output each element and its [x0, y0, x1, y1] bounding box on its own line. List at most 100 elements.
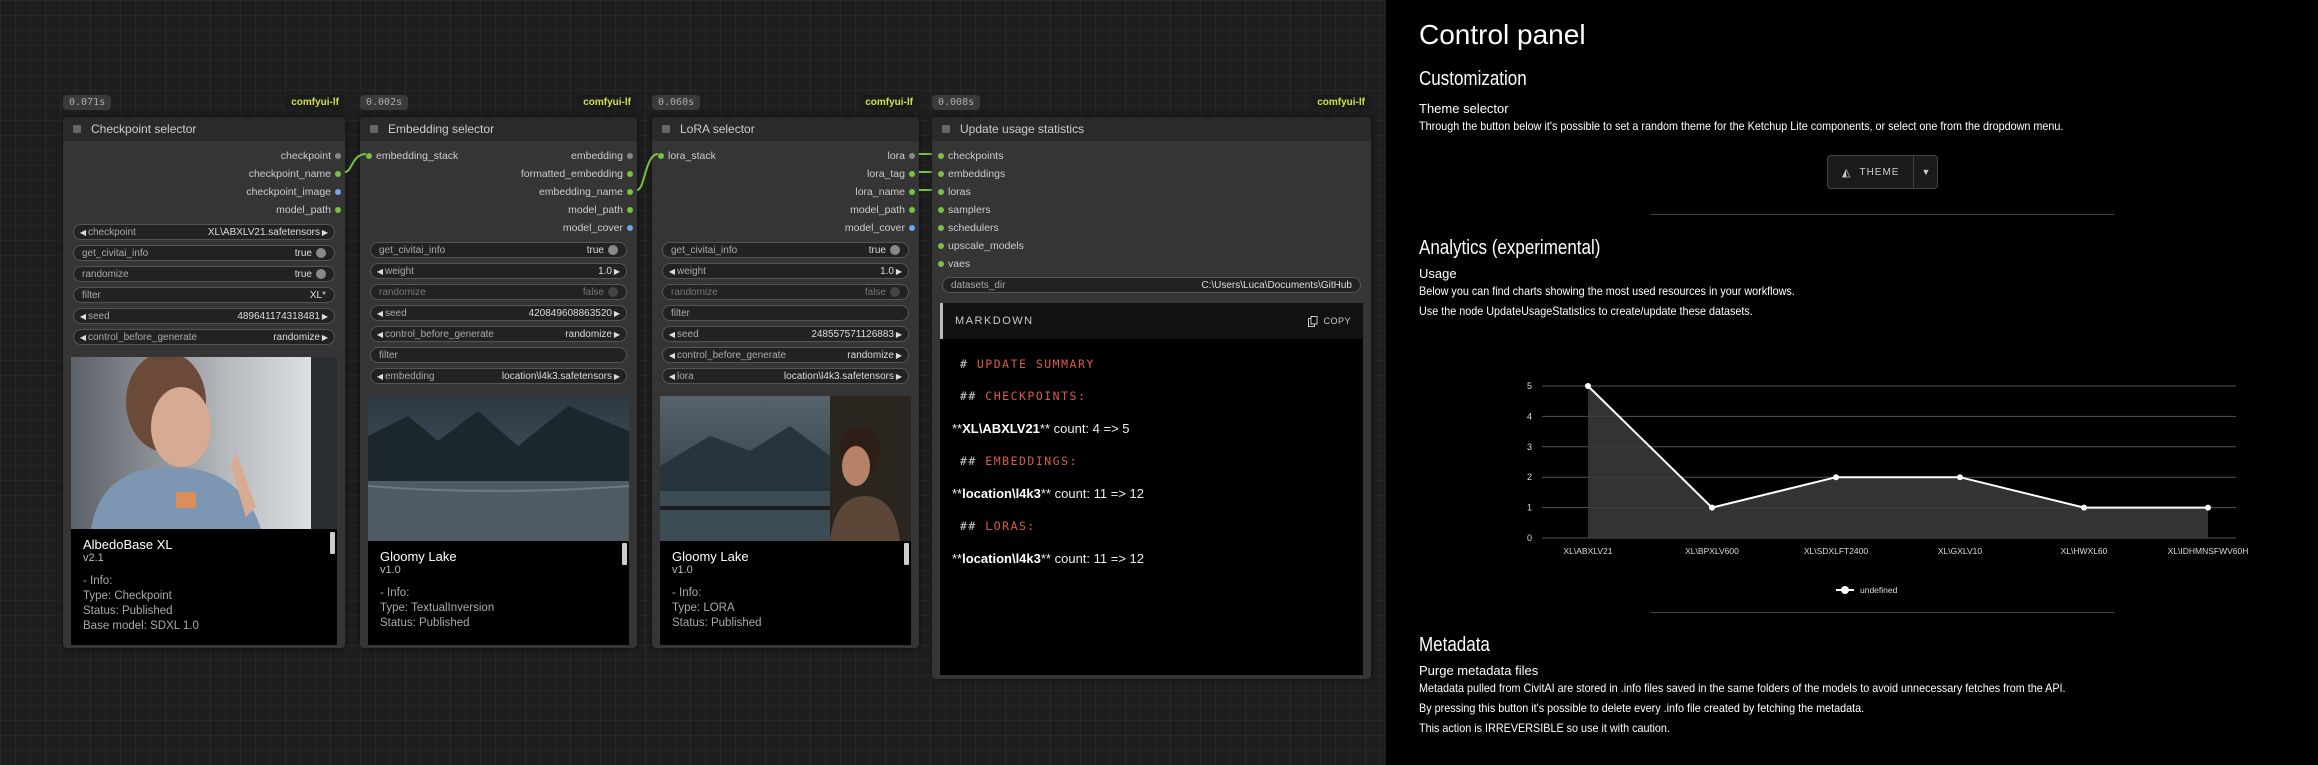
- lora-combo[interactable]: ◀ lora location\l4k3.safetensors ▶: [662, 368, 909, 384]
- output-model-cover[interactable]: model_cover: [360, 219, 637, 237]
- weight-stepper[interactable]: ◀ weight 1.0 ▶: [370, 263, 627, 279]
- card-scrollbar[interactable]: [904, 543, 909, 565]
- output-socket-icon[interactable]: [909, 189, 915, 195]
- output-socket-icon[interactable]: [627, 207, 633, 213]
- output-socket-icon[interactable]: [909, 207, 915, 213]
- model-card[interactable]: AlbedoBase XL v2.1 - Info: Type: Checkpo…: [71, 357, 337, 645]
- output-model-path[interactable]: model_path: [63, 201, 345, 219]
- control-combo[interactable]: ◀ control_before_generate randomize ▶: [370, 326, 627, 342]
- output-lora-name[interactable]: lora_name: [652, 183, 919, 201]
- right-arrow-icon[interactable]: ▶: [894, 351, 904, 360]
- embedding-selector-node[interactable]: 0.002s comfyui-lf Embedding selector emb…: [360, 95, 637, 648]
- left-arrow-icon[interactable]: ◀: [375, 309, 385, 318]
- right-arrow-icon[interactable]: ▶: [894, 267, 904, 276]
- input-samplers[interactable]: samplers: [932, 201, 1371, 219]
- card-scrollbar[interactable]: [330, 532, 335, 554]
- control-combo[interactable]: ◀ control_before_generate randomize ▶: [662, 347, 909, 363]
- output-socket-icon[interactable]: [335, 171, 341, 177]
- filter-field[interactable]: filter XL*: [73, 287, 335, 303]
- seed-stepper[interactable]: ◀ seed 489641174318481 ▶: [73, 308, 335, 324]
- datasets-dir-field[interactable]: datasets_dir C:\Users\Luca\Documents\GitH…: [942, 277, 1361, 293]
- input-loras[interactable]: loras: [932, 183, 1371, 201]
- right-arrow-icon[interactable]: ▶: [612, 309, 622, 318]
- left-arrow-icon[interactable]: ◀: [667, 351, 677, 360]
- left-arrow-icon[interactable]: ◀: [667, 372, 677, 381]
- right-arrow-icon[interactable]: ▶: [320, 333, 330, 342]
- copy-button[interactable]: COPY: [1308, 315, 1351, 327]
- markdown-viewer[interactable]: MARKDOWN COPY # UPDATE SUMMARY ## CHECKP…: [940, 303, 1363, 675]
- input-socket-icon[interactable]: [366, 153, 372, 159]
- input-socket-icon[interactable]: [938, 189, 944, 195]
- right-arrow-icon[interactable]: ▶: [612, 372, 622, 381]
- right-arrow-icon[interactable]: ▶: [320, 312, 330, 321]
- randomize-toggle[interactable]: randomize false: [662, 284, 909, 300]
- left-arrow-icon[interactable]: ◀: [375, 267, 385, 276]
- left-arrow-icon[interactable]: ◀: [78, 333, 88, 342]
- left-arrow-icon[interactable]: ◀: [78, 228, 88, 237]
- node-title-bar[interactable]: LoRA selector: [652, 117, 919, 141]
- input-upscale-models[interactable]: upscale_models: [932, 237, 1371, 255]
- collapse-icon[interactable]: [73, 125, 81, 133]
- output-formatted-embedding[interactable]: formatted_embedding: [360, 165, 637, 183]
- output-socket-icon[interactable]: [335, 153, 341, 159]
- output-socket-icon[interactable]: [627, 189, 633, 195]
- randomize-toggle[interactable]: randomize false: [370, 284, 627, 300]
- theme-button[interactable]: ◭ THEME: [1828, 156, 1913, 188]
- model-card[interactable]: Gloomy Lake v1.0 - Info: Type: LORA Stat…: [660, 396, 911, 645]
- checkpoint-selector-node[interactable]: 0.071s comfyui-lf Checkpoint selector ch…: [63, 95, 345, 648]
- input-socket-icon[interactable]: [658, 153, 664, 159]
- left-arrow-icon[interactable]: ◀: [78, 312, 88, 321]
- theme-dropdown-button[interactable]: ▼: [1913, 156, 1937, 188]
- lora-selector-node[interactable]: 0.060s comfyui-lf LoRA selector lora_sta…: [652, 95, 919, 648]
- right-arrow-icon[interactable]: ▶: [320, 228, 330, 237]
- seed-stepper[interactable]: ◀ seed 420849608863520 ▶: [370, 305, 627, 321]
- output-model-cover[interactable]: model_cover: [652, 219, 919, 237]
- civitai-toggle[interactable]: get_civitai_info true: [73, 245, 335, 261]
- weight-stepper[interactable]: ◀ weight 1.0 ▶: [662, 263, 909, 279]
- output-socket-icon[interactable]: [627, 171, 633, 177]
- checkpoint-combo[interactable]: ◀ checkpoint XL\ABXLV21.safetensors ▶: [73, 224, 335, 240]
- right-arrow-icon[interactable]: ▶: [612, 330, 622, 339]
- input-embeddings[interactable]: embeddings: [932, 165, 1371, 183]
- randomize-toggle[interactable]: randomize true: [73, 266, 335, 282]
- output-socket-icon[interactable]: [335, 189, 341, 195]
- civitai-toggle[interactable]: get_civitai_info true: [662, 242, 909, 258]
- output-model-path[interactable]: model_path: [652, 201, 919, 219]
- input-socket-icon[interactable]: [938, 261, 944, 267]
- output-socket-icon[interactable]: [335, 207, 341, 213]
- left-arrow-icon[interactable]: ◀: [375, 330, 385, 339]
- collapse-icon[interactable]: [662, 125, 670, 133]
- collapse-icon[interactable]: [942, 125, 950, 133]
- model-card[interactable]: Gloomy Lake v1.0 - Info: Type: TextualIn…: [368, 396, 629, 645]
- input-vaes[interactable]: vaes: [932, 255, 1371, 273]
- node-title-bar[interactable]: Update usage statistics: [932, 117, 1371, 141]
- civitai-toggle[interactable]: get_civitai_info true: [370, 242, 627, 258]
- left-arrow-icon[interactable]: ◀: [667, 330, 677, 339]
- output-checkpoint-image[interactable]: checkpoint_image: [63, 183, 345, 201]
- filter-field[interactable]: filter: [370, 347, 627, 363]
- input-socket-icon[interactable]: [938, 225, 944, 231]
- seed-stepper[interactable]: ◀ seed 248557571126883 ▶: [662, 326, 909, 342]
- node-title-bar[interactable]: Checkpoint selector: [63, 117, 345, 141]
- input-socket-icon[interactable]: [938, 243, 944, 249]
- card-scrollbar[interactable]: [622, 543, 627, 565]
- usage-statistics-node[interactable]: 0.008s comfyui-lf Update usage statistic…: [932, 95, 1371, 679]
- output-socket-icon[interactable]: [909, 153, 915, 159]
- control-combo[interactable]: ◀ control_before_generate randomize ▶: [73, 329, 335, 345]
- left-arrow-icon[interactable]: ◀: [667, 267, 677, 276]
- output-lora-tag[interactable]: lora_tag: [652, 165, 919, 183]
- filter-field[interactable]: filter: [662, 305, 909, 321]
- input-socket-icon[interactable]: [938, 153, 944, 159]
- output-embedding-name[interactable]: embedding_name: [360, 183, 637, 201]
- right-arrow-icon[interactable]: ▶: [612, 267, 622, 276]
- usage-chart[interactable]: 0 1 2 3 4 5 XL\ABXLV21 XL\BPXLV600 XL\SDXLFT2400…: [1466, 370, 2266, 610]
- right-arrow-icon[interactable]: ▶: [894, 330, 904, 339]
- output-socket-icon[interactable]: [627, 153, 633, 159]
- output-socket-icon[interactable]: [627, 225, 633, 231]
- node-title-bar[interactable]: Embedding selector: [360, 117, 637, 141]
- input-schedulers[interactable]: schedulers: [932, 219, 1371, 237]
- collapse-icon[interactable]: [370, 125, 378, 133]
- input-socket-icon[interactable]: [938, 207, 944, 213]
- output-socket-icon[interactable]: [909, 171, 915, 177]
- left-arrow-icon[interactable]: ◀: [375, 372, 385, 381]
